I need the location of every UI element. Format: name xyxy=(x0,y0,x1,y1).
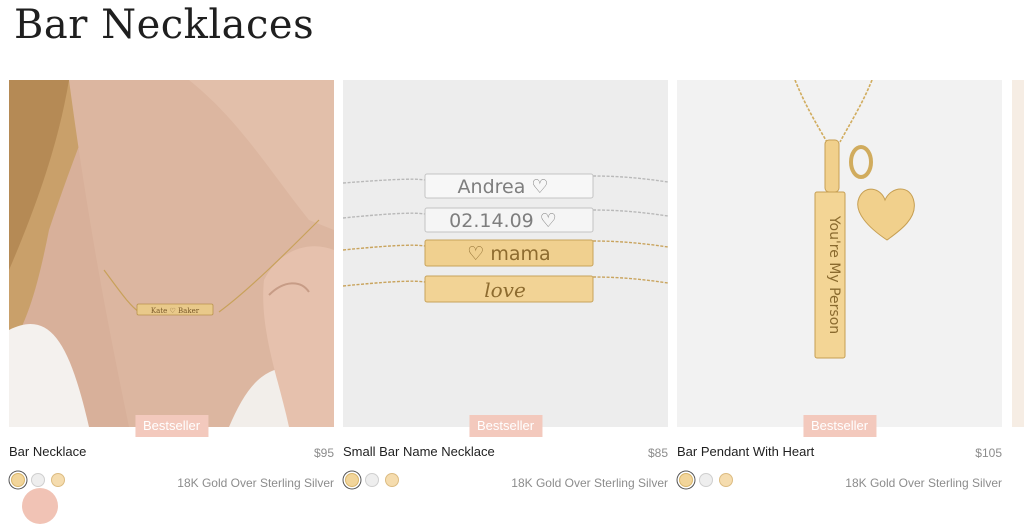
product-material: 18K Gold Over Sterling Silver xyxy=(845,476,1002,490)
swatch-rose-gold[interactable] xyxy=(385,473,399,487)
swatch-gold[interactable] xyxy=(679,473,693,487)
swatch-rose-gold[interactable] xyxy=(51,473,65,487)
engraving-text: Kate ♡ Baker xyxy=(151,307,200,315)
engraving-text: ♡ mama xyxy=(467,243,550,265)
product-price: $85 xyxy=(647,446,668,460)
product-image[interactable]: Kate ♡ Baker xyxy=(9,80,334,427)
product-name[interactable]: Small Bar Name Necklace xyxy=(343,444,495,459)
swatch-rose-gold[interactable] xyxy=(719,473,733,487)
product-card[interactable]: Andrea ♡ 02.14.09 ♡ ♡ mama love Bestsell… xyxy=(343,80,668,498)
color-swatches xyxy=(345,473,405,489)
product-image[interactable]: You're My Person xyxy=(677,80,1002,427)
product-price: $95 xyxy=(313,446,334,460)
color-swatches xyxy=(11,473,71,489)
product-price: $105 xyxy=(975,446,1002,460)
product-name[interactable]: Bar Necklace xyxy=(9,444,86,459)
product-card[interactable]: You're My Person Bestseller Bar Pendant … xyxy=(677,80,1002,498)
swatch-silver[interactable] xyxy=(31,473,45,487)
product-material: 18K Gold Over Sterling Silver xyxy=(177,476,334,490)
bestseller-badge: Bestseller xyxy=(468,415,543,437)
swatch-gold[interactable] xyxy=(11,473,25,487)
engraving-text: You're My Person xyxy=(826,215,842,334)
color-swatches xyxy=(679,473,739,489)
chat-widget-button[interactable] xyxy=(22,488,58,524)
product-name[interactable]: Bar Pendant With Heart xyxy=(677,444,814,459)
swatch-silver[interactable] xyxy=(699,473,713,487)
engraving-text: 02.14.09 ♡ xyxy=(449,210,557,232)
engraving-text: Andrea ♡ xyxy=(458,176,549,198)
engraving-text: love xyxy=(484,278,526,302)
page-title: Bar Necklaces xyxy=(14,2,315,48)
bestseller-badge: Bestseller xyxy=(802,415,877,437)
product-image[interactable]: Andrea ♡ 02.14.09 ♡ ♡ mama love xyxy=(343,80,668,427)
product-material: 18K Gold Over Sterling Silver xyxy=(511,476,668,490)
bestseller-badge: Bestseller xyxy=(134,415,209,437)
next-card-peek xyxy=(1012,80,1024,427)
swatch-silver[interactable] xyxy=(365,473,379,487)
product-grid: Kate ♡ Baker Bestseller Bar Necklace $95… xyxy=(9,80,1024,498)
product-card[interactable]: Kate ♡ Baker Bestseller Bar Necklace $95… xyxy=(9,80,334,498)
swatch-gold[interactable] xyxy=(345,473,359,487)
